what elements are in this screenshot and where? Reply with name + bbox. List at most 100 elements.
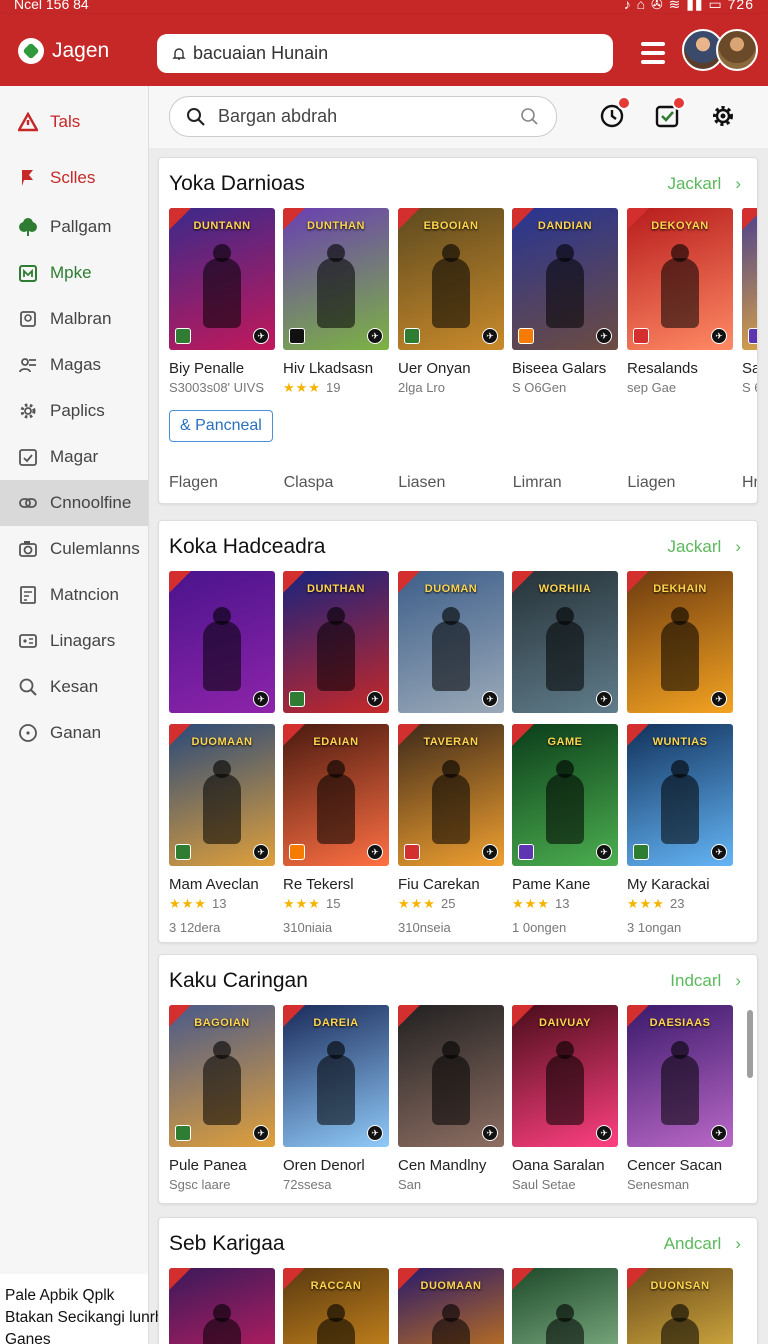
game-cover[interactable]: EBOOIAN ✈ <box>398 208 504 350</box>
sidebar-item-13[interactable]: Ganan <box>0 710 148 756</box>
game-card[interactable]: DUNTANN ✈ Biy Penalle S3003s08' UIVS <box>169 208 275 395</box>
game-cover[interactable]: DANDIAN ✈ <box>512 208 618 350</box>
hero-figure-icon <box>432 607 470 691</box>
sidebar-item-8[interactable]: Cnnoolfine <box>0 480 148 526</box>
game-cover[interactable]: DA✈ <box>742 208 757 350</box>
sidebar-item-label: Sclles <box>50 168 96 187</box>
category-tab[interactable]: Limran <box>513 474 628 492</box>
game-card[interactable]: WORHIIA ✈ <box>512 571 618 713</box>
game-cover[interactable]: ✈ <box>512 1268 618 1344</box>
tasks-button[interactable] <box>654 96 686 129</box>
category-tab[interactable]: Liagen <box>627 474 742 492</box>
game-card[interactable]: DAREIA ✈ Oren Denorl 72ssesa <box>283 1005 389 1192</box>
filter-chip[interactable]: & Pancneal <box>169 410 273 442</box>
game-cover[interactable]: DUOMAAN✈ <box>398 1268 504 1344</box>
avatar[interactable] <box>716 29 758 71</box>
game-cover[interactable]: DUNTHAN ✈ <box>283 571 389 713</box>
sidebar-item-2[interactable]: Pallgam <box>0 204 148 250</box>
game-cover[interactable]: ✈ <box>398 1005 504 1147</box>
game-cover[interactable]: WUNTIAS ✈ <box>627 724 733 866</box>
hero-figure-icon <box>203 1041 241 1125</box>
game-cover[interactable]: GAME ✈ <box>512 724 618 866</box>
game-cover[interactable]: RACCAN✈ <box>283 1268 389 1344</box>
game-cover[interactable]: DUOMAN ✈ <box>398 571 504 713</box>
game-card[interactable]: WUNTIAS ✈ My Karackai ★★★ 23 3 1ongan <box>627 724 733 935</box>
game-card[interactable]: DUONSAN✈ <box>627 1268 733 1344</box>
game-cover[interactable]: DAIVUAY ✈ <box>512 1005 618 1147</box>
publisher-icon: ✈ <box>367 328 383 344</box>
sidebar-item-6[interactable]: Paplics <box>0 388 148 434</box>
game-title: Sara <box>742 360 757 377</box>
game-cover[interactable]: DUOMAAN✈ <box>169 724 275 866</box>
sidebar-item-10[interactable]: Matncion <box>0 572 148 618</box>
game-card[interactable]: RACCAN✈ <box>283 1268 389 1344</box>
history-button[interactable] <box>599 96 631 129</box>
game-cover[interactable]: ✈ <box>169 571 275 713</box>
top-search-bar[interactable] <box>157 34 613 73</box>
game-card[interactable]: DA✈ Sara S 6 <box>742 208 757 395</box>
scrollbar[interactable] <box>747 1010 753 1078</box>
see-all-link[interactable]: Jackarl › <box>667 537 741 557</box>
game-card[interactable]: ✈ Cen Mandlny San <box>398 1005 504 1192</box>
game-cover[interactable]: DAREIA ✈ <box>283 1005 389 1147</box>
game-card[interactable]: BAGOIAN ✈ Pule Panea Sgsc laare <box>169 1005 275 1192</box>
game-cover[interactable]: DUONSAN✈ <box>627 1268 733 1344</box>
top-search-input[interactable] <box>193 43 593 64</box>
game-card[interactable]: ✈ <box>169 1268 275 1344</box>
rating-stars: ★★★ <box>283 896 321 911</box>
game-card[interactable]: ✈ <box>169 571 275 713</box>
game-card[interactable]: DUNTHAN ✈ Hiv Lkadsasn ★★★ 19 <box>283 208 389 396</box>
game-cover[interactable]: EDAIAN ✈ <box>283 724 389 866</box>
category-tab[interactable]: Hn <box>742 474 757 492</box>
brand[interactable]: Jagen <box>18 38 109 64</box>
game-card[interactable]: DEKOYAN ✈ Resalands sep Gae <box>627 208 733 395</box>
game-card[interactable]: ✈ <box>512 1268 618 1344</box>
sidebar-item-11[interactable]: Linagars <box>0 618 148 664</box>
game-card[interactable]: DAESIAAS ✈ Cencer Sacan Senesman <box>627 1005 733 1192</box>
category-tab[interactable]: Liasen <box>398 474 513 492</box>
game-cover[interactable]: DEKOYAN ✈ <box>627 208 733 350</box>
status-time: Ncel 156 84 <box>14 0 89 12</box>
game-cover[interactable]: DUNTANN ✈ <box>169 208 275 350</box>
see-all-link[interactable]: Jackarl › <box>667 174 741 194</box>
game-card[interactable]: GAME ✈ Pame Kane ★★★ 13 1 0ongen <box>512 724 618 935</box>
sidebar-item-4[interactable]: Malbran <box>0 296 148 342</box>
game-card[interactable]: EBOOIAN ✈ Uer Onyan 2lga Lro <box>398 208 504 395</box>
content-search-bar[interactable] <box>169 96 557 137</box>
game-card[interactable]: DUOMAAN ✈ Mam Aveclan ★★★ 13 3 12dera <box>169 724 275 935</box>
see-all-link[interactable]: Andcarl › <box>664 1234 741 1254</box>
game-card[interactable]: DANDIAN ✈ Biseea Galars S O6Gen <box>512 208 618 395</box>
game-card[interactable]: EDAIAN ✈ Re Tekersl ★★★ 15 310niaia <box>283 724 389 935</box>
game-cover[interactable]: WORHIIA ✈ <box>512 571 618 713</box>
content-search-input[interactable] <box>218 106 518 127</box>
game-card[interactable]: TAVERAN ✈ Fiu Carekan ★★★ 25 310nseia <box>398 724 504 935</box>
game-card[interactable]: DEKHAIN ✈ <box>627 571 733 713</box>
see-all-link[interactable]: Indcarl › <box>670 971 741 991</box>
game-subtitle: 72ssesa <box>283 1177 332 1192</box>
game-cover[interactable]: DUNTHAN ✈ <box>283 208 389 350</box>
game-card[interactable]: DUOMAN ✈ <box>398 571 504 713</box>
game-cover[interactable]: BAGOIAN ✈ <box>169 1005 275 1147</box>
category-tab[interactable]: Flagen <box>169 474 284 492</box>
sidebar-item-12[interactable]: Kesan <box>0 664 148 710</box>
sidebar-item-1[interactable]: Sclles <box>0 155 148 201</box>
sidebar-item-3[interactable]: Mpke <box>0 250 148 296</box>
game-cover[interactable]: ✈ <box>169 1268 275 1344</box>
game-cover[interactable]: DEKHAIN ✈ <box>627 571 733 713</box>
game-card[interactable]: DAIVUAY ✈ Oana Saralan Saul Setae <box>512 1005 618 1192</box>
game-cover[interactable]: DAESIAAS ✈ <box>627 1005 733 1147</box>
menu-icon[interactable] <box>641 42 665 64</box>
sidebar-item-0[interactable]: Tals <box>0 99 148 145</box>
category-tab[interactable]: Claspa <box>284 474 399 492</box>
game-card[interactable]: DUOMAAN✈ <box>398 1268 504 1344</box>
account-avatars[interactable] <box>682 29 758 71</box>
sidebar-item-9[interactable]: Culemlanns <box>0 526 148 572</box>
magnifier-icon[interactable] <box>520 107 540 127</box>
sidebar-item-5[interactable]: Magas <box>0 342 148 388</box>
game-card[interactable]: DUNTHAN ✈ <box>283 571 389 713</box>
sidebar-item-7[interactable]: Magar <box>0 434 148 480</box>
game-meta: ★★★ 13 <box>512 896 618 912</box>
settings-button[interactable] <box>710 103 736 129</box>
game-cover[interactable]: TAVERAN ✈ <box>398 724 504 866</box>
platform-icon <box>289 844 305 860</box>
